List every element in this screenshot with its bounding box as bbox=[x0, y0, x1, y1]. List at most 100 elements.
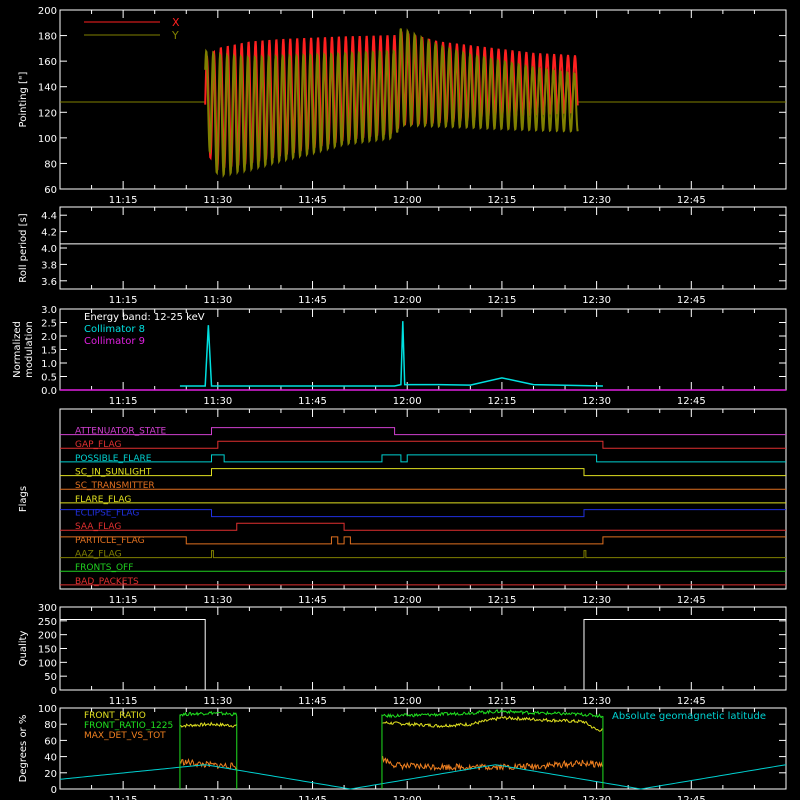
y-tick-label: 4.2 bbox=[41, 228, 57, 239]
x-tick-label: 12:30 bbox=[582, 795, 611, 800]
y-axis-label: Quality bbox=[18, 631, 29, 667]
y-axis-label: Flags bbox=[18, 486, 29, 512]
y-axis-label: Degrees or % bbox=[18, 715, 29, 783]
x-tick-label: 12:30 bbox=[582, 295, 611, 306]
y-tick-label: 150 bbox=[38, 645, 57, 656]
energy-band-annotation: Energy band: 12-25 keV bbox=[84, 312, 205, 323]
y-tick-label: 250 bbox=[38, 617, 57, 628]
y-tick-label: 0.0 bbox=[41, 386, 57, 397]
y-tick-label: 120 bbox=[38, 108, 57, 119]
y-tick-label: 1.0 bbox=[41, 359, 57, 370]
legend-label: X bbox=[172, 16, 180, 29]
y-tick-label: 80 bbox=[44, 720, 57, 731]
y-tick-label: 0 bbox=[51, 686, 57, 697]
x-tick-label: 12:00 bbox=[393, 295, 422, 306]
x-tick-label: 12:45 bbox=[677, 795, 706, 800]
y-tick-label: 3.8 bbox=[41, 260, 57, 271]
x-tick-label: 12:15 bbox=[487, 195, 516, 206]
x-tick-label: 12:45 bbox=[677, 396, 706, 407]
y-tick-label: 2.0 bbox=[41, 332, 57, 343]
x-tick-label: 11:30 bbox=[203, 396, 232, 407]
x-tick-label: 11:15 bbox=[109, 696, 138, 707]
flag-label: POSSIBLE_FLARE bbox=[75, 454, 152, 464]
y-tick-label: 300 bbox=[38, 603, 57, 614]
x-tick-label: 11:15 bbox=[109, 795, 138, 800]
flag-label: SAA_FLAG bbox=[75, 522, 121, 532]
legend-label: FRONT_RATIO_1225 bbox=[84, 721, 173, 731]
x-tick-label: 12:15 bbox=[487, 295, 516, 306]
flag-label: FRONTS_OFF bbox=[75, 563, 133, 573]
flag-label: AAZ_FLAG bbox=[75, 550, 122, 560]
y-tick-label: 100 bbox=[38, 658, 57, 669]
flag-label: BAD_PACKETS bbox=[75, 577, 139, 587]
x-tick-label: 12:30 bbox=[582, 696, 611, 707]
flag-label: ECLIPSE_FLAG bbox=[75, 509, 139, 519]
x-tick-label: 11:30 bbox=[203, 295, 232, 306]
flag-label: FLARE_FLAG bbox=[75, 495, 131, 505]
flag-label: ATTENUATOR_STATE bbox=[75, 427, 167, 437]
y-tick-label: 1.5 bbox=[41, 346, 57, 357]
x-tick-label: 12:45 bbox=[677, 195, 706, 206]
flight-data-plot: 11:15 11:30 11:45 12:00 12:15 12:30 12:45 60 80 1… bbox=[0, 0, 800, 800]
x-tick-label: 11:30 bbox=[203, 795, 232, 800]
y-axis-label: Pointing ["] bbox=[18, 71, 29, 127]
x-tick-label: 11:45 bbox=[298, 696, 327, 707]
y-tick-label: 20 bbox=[44, 769, 57, 780]
y-tick-label: 4.4 bbox=[41, 211, 57, 222]
x-tick-label: 12:45 bbox=[677, 295, 706, 306]
x-tick-label: 11:45 bbox=[298, 595, 327, 606]
y-tick-label: 0 bbox=[51, 785, 57, 796]
legend-label: Collimator 9 bbox=[84, 336, 145, 347]
x-tick-label: 12:30 bbox=[582, 396, 611, 407]
flag-label: SC_TRANSMITTER bbox=[75, 481, 155, 491]
y-tick-label: 180 bbox=[38, 32, 57, 43]
legend-label: MAX_DET_VS_TOT bbox=[84, 731, 166, 741]
y-tick-label: 2.5 bbox=[41, 319, 57, 330]
y-tick-label: 4.0 bbox=[41, 244, 57, 255]
y-tick-label: 200 bbox=[38, 6, 57, 17]
x-tick-label: 12:00 bbox=[393, 795, 422, 800]
legend-label-geo: Absolute geomagnetic latitude bbox=[612, 711, 766, 722]
x-tick-label: 12:00 bbox=[393, 595, 422, 606]
y-tick-label: 3.6 bbox=[41, 277, 57, 288]
x-tick-label: 11:45 bbox=[298, 295, 327, 306]
y-tick-label: 60 bbox=[44, 185, 57, 196]
x-tick-label: 12:45 bbox=[677, 696, 706, 707]
y-axis-label: modulation bbox=[24, 321, 35, 378]
x-tick-label: 12:45 bbox=[677, 595, 706, 606]
y-tick-label: 60 bbox=[44, 736, 57, 747]
y-tick-label: 100 bbox=[38, 134, 57, 145]
y-tick-label: 50 bbox=[44, 672, 57, 683]
x-tick-label: 11:30 bbox=[203, 696, 232, 707]
x-tick-label: 11:45 bbox=[298, 396, 327, 407]
x-tick-label: 11:15 bbox=[109, 396, 138, 407]
y-tick-label: 40 bbox=[44, 753, 57, 764]
x-tick-label: 11:30 bbox=[203, 595, 232, 606]
y-tick-label: 160 bbox=[38, 57, 57, 68]
y-tick-label: 100 bbox=[38, 704, 57, 715]
x-tick-label: 11:15 bbox=[109, 195, 138, 206]
x-tick-label: 12:15 bbox=[487, 795, 516, 800]
x-tick-label: 11:15 bbox=[109, 595, 138, 606]
x-tick-label: 12:00 bbox=[393, 396, 422, 407]
legend-label: Y bbox=[171, 29, 179, 42]
y-tick-label: 200 bbox=[38, 631, 57, 642]
legend-label: Collimator 8 bbox=[84, 324, 145, 335]
y-axis-label: Normalized bbox=[12, 321, 23, 378]
flag-label: PARTICLE_FLAG bbox=[75, 536, 145, 546]
x-tick-label: 12:00 bbox=[393, 195, 422, 206]
x-tick-label: 12:15 bbox=[487, 595, 516, 606]
y-tick-label: 0.5 bbox=[41, 373, 57, 384]
y-tick-label: 140 bbox=[38, 83, 57, 94]
x-tick-label: 12:30 bbox=[582, 595, 611, 606]
y-axis-label: Roll period [s] bbox=[18, 213, 29, 282]
y-tick-label: 80 bbox=[44, 159, 57, 170]
x-tick-label: 12:15 bbox=[487, 396, 516, 407]
x-tick-label: 12:15 bbox=[487, 696, 516, 707]
x-tick-label: 11:45 bbox=[298, 195, 327, 206]
x-tick-label: 11:45 bbox=[298, 795, 327, 800]
x-tick-label: 12:00 bbox=[393, 696, 422, 707]
x-tick-label: 11:15 bbox=[109, 295, 138, 306]
x-tick-label: 12:30 bbox=[582, 195, 611, 206]
x-tick-label: 11:30 bbox=[203, 195, 232, 206]
